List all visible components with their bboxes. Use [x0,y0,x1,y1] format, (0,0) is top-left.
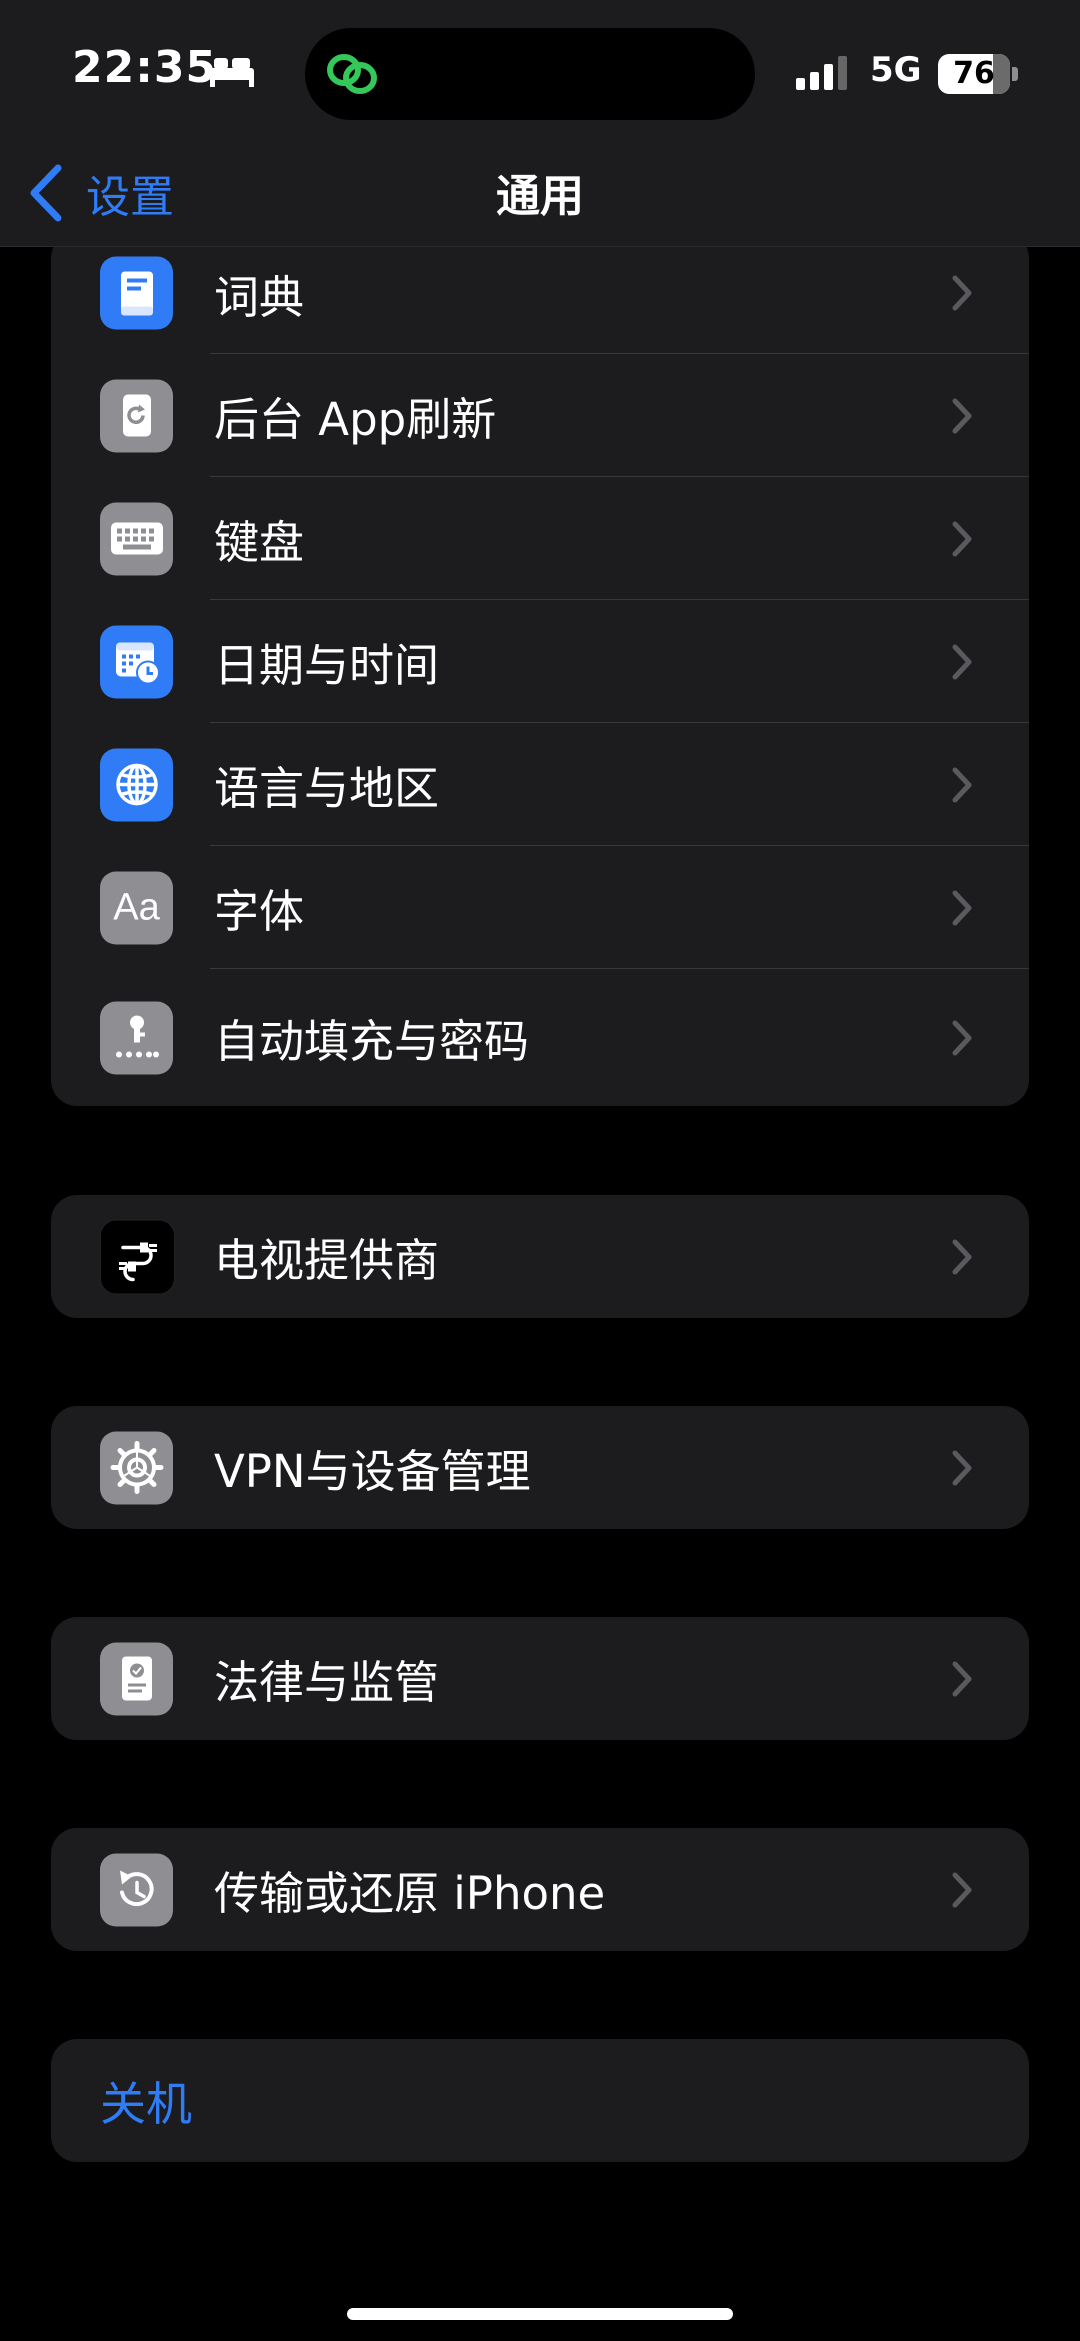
row-label: 传输或还原 iPhone [214,1867,606,1920]
home-indicator[interactable] [347,2308,733,2320]
chevron-right-icon [952,275,972,311]
chevron-right-icon [952,767,972,802]
status-bar: 22:35 5G 76 [0,0,1080,150]
tv-provider-icon [100,1219,175,1294]
chevron-right-icon [952,1020,972,1055]
row-legal-regulatory[interactable]: 法律与监管 [51,1617,1029,1740]
row-label: 后台 App刷新 [214,393,497,446]
page-title: 通用 [496,171,584,222]
row-label: 自动填充与密码 [214,1015,530,1068]
chevron-right-icon [952,1239,972,1274]
row-keyboard[interactable]: 键盘 [51,477,1029,600]
row-autofill-passwords[interactable]: 自动填充与密码 [51,969,1029,1106]
shutdown-button[interactable]: 关机 [51,2039,1029,2162]
battery-percent: 76 [953,56,995,91]
dictionary-icon [100,256,173,330]
globe-icon [100,748,173,821]
keyboard-icon [100,502,173,575]
row-background-app-refresh[interactable]: 后台 App刷新 [51,354,1029,477]
battery-icon: 76 [938,54,1018,94]
row-vpn-device-management[interactable]: VPN与设备管理 [51,1406,1029,1529]
row-tv-provider[interactable]: 电视提供商 [51,1195,1029,1318]
row-transfer-reset-iphone[interactable]: 传输或还原 iPhone [51,1828,1029,1951]
row-label: 键盘 [214,516,305,569]
navigation-bar: 设置 通用 [0,150,1080,247]
chevron-right-icon [952,398,972,433]
calendar-clock-icon [100,625,173,698]
row-label: 字体 [214,885,305,938]
link-activity-icon [327,54,377,94]
background-refresh-icon [100,379,173,452]
row-label: VPN与设备管理 [214,1445,531,1498]
settings-group-transfer: 传输或还原 iPhone [51,1828,1029,1951]
settings-group-tv: 电视提供商 [51,1195,1029,1318]
gear-icon [100,1431,173,1504]
status-time: 22:35 [72,42,218,93]
row-dictionary[interactable]: 词典 [51,232,1029,354]
row-label: 词典 [214,270,305,324]
row-label: 语言与地区 [214,762,440,815]
chevron-right-icon [952,521,972,556]
chevron-right-icon [952,1450,972,1485]
row-language-region[interactable]: 语言与地区 [51,723,1029,846]
shutdown-label: 关机 [100,2076,192,2131]
font-icon: Aa [100,871,173,944]
chevron-right-icon [952,1661,972,1696]
row-label: 法律与监管 [214,1656,440,1709]
row-date-time[interactable]: 日期与时间 [51,600,1029,723]
settings-group-vpn: VPN与设备管理 [51,1406,1029,1529]
certificate-icon [100,1642,173,1715]
chevron-right-icon [952,1872,972,1907]
chevron-right-icon [952,644,972,679]
row-fonts[interactable]: Aa 字体 [51,846,1029,969]
chevron-right-icon [952,890,972,925]
settings-group-shutdown: 关机 [51,2039,1029,2162]
bed-icon [210,58,254,87]
reset-icon [100,1853,173,1926]
cellular-signal-icon [796,56,847,90]
row-label: 电视提供商 [214,1234,440,1287]
network-type: 5G [870,50,922,90]
row-label: 日期与时间 [214,639,440,692]
settings-group-legal: 法律与监管 [51,1617,1029,1740]
key-icon [100,1001,173,1074]
settings-group-general: 词典 后台 App刷新 键盘 日期与时间 语言与地区 Aa 字体 自动填充与密码 [51,232,1029,1106]
